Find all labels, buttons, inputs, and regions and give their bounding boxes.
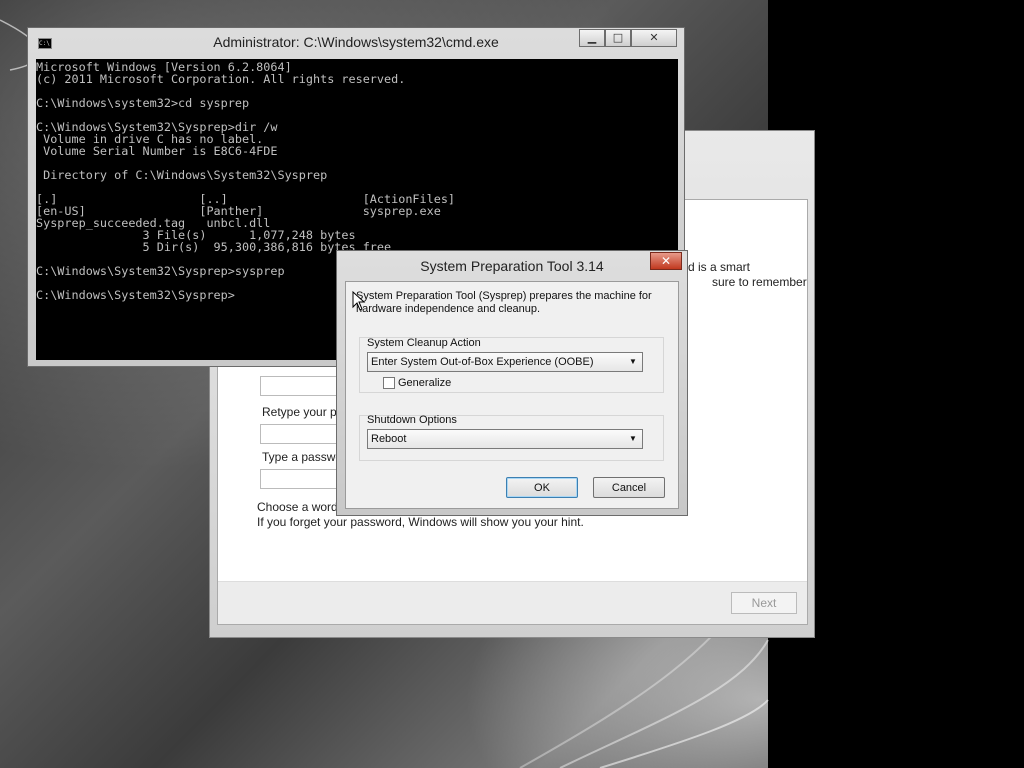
- cleanup-action-label: System Cleanup Action: [367, 337, 481, 349]
- sysprep-dialog: System Preparation Tool 3.14 ✕ System Pr…: [336, 250, 688, 516]
- minimize-button[interactable]: ▁: [579, 29, 605, 47]
- setup-partial-text-1: d is a smart: [688, 260, 751, 274]
- cmd-console-line: C:\Windows\System32\Sysprep>: [36, 288, 235, 302]
- cleanup-action-select[interactable]: Enter System Out-of-Box Experience (OOBE…: [367, 352, 643, 372]
- cmd-console-line: C:\Windows\System32\Sysprep>sysprep: [36, 264, 285, 278]
- cmd-console-line: Directory of C:\Windows\System32\Sysprep: [36, 168, 328, 182]
- generalize-checkbox[interactable]: [383, 377, 395, 389]
- cmd-console-line: C:\Windows\system32>cd sysprep: [36, 96, 250, 110]
- maximize-button[interactable]: □: [605, 29, 631, 47]
- cancel-button[interactable]: Cancel: [593, 477, 665, 498]
- generalize-label: Generalize: [398, 377, 452, 389]
- shutdown-options-label: Shutdown Options: [367, 414, 457, 426]
- setup-partial-text-2: sure to remember: [712, 275, 807, 289]
- password-hint-label: Type a passwo: [262, 450, 343, 464]
- close-button[interactable]: ✕: [631, 29, 677, 47]
- setup-footer: Next: [218, 581, 807, 624]
- password-hint-help-text: If you forget your password, Windows wil…: [257, 515, 584, 529]
- sysprep-description-line-2: hardware independence and cleanup.: [356, 303, 541, 315]
- cmd-console-line: Volume Serial Number is E8C6-4FDE: [36, 144, 278, 158]
- cleanup-action-value: Enter System Out-of-Box Experience (OOBE…: [371, 356, 594, 368]
- shutdown-options-value: Reboot: [371, 433, 407, 445]
- next-button[interactable]: Next: [731, 592, 797, 614]
- chevron-down-icon: ▼: [629, 434, 637, 443]
- mouse-cursor-icon: [352, 291, 366, 311]
- sysprep-description-line-1: System Preparation Tool (Sysprep) prepar…: [356, 290, 652, 302]
- retype-password-label: Retype your p: [262, 405, 337, 419]
- sysprep-body: System Preparation Tool (Sysprep) prepar…: [345, 281, 679, 509]
- choose-word-text: Choose a word: [257, 500, 338, 514]
- ok-button[interactable]: OK: [506, 477, 578, 498]
- cmd-titlebar[interactable]: C:\ Administrator: C:\Windows\system32\c…: [28, 28, 684, 58]
- sysprep-close-button[interactable]: ✕: [650, 252, 682, 270]
- sysprep-dialog-title: System Preparation Tool 3.14: [420, 258, 604, 274]
- cmd-console-line: (c) 2011 Microsoft Corporation. All righ…: [36, 72, 406, 86]
- shutdown-options-select[interactable]: Reboot ▼: [367, 429, 643, 449]
- chevron-down-icon: ▼: [629, 357, 637, 366]
